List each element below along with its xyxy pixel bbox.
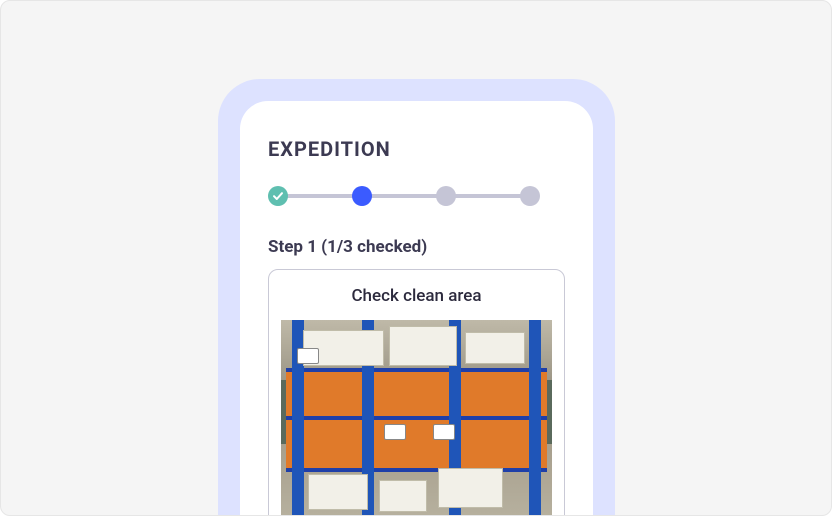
progress-stepper (268, 185, 540, 207)
shelf-tag-icon (297, 348, 319, 364)
warehouse-box (438, 468, 503, 508)
warehouse-box (308, 474, 368, 510)
stepper-line (278, 194, 530, 198)
step-status-label: Step 1 (1/3 checked) (268, 237, 565, 257)
task-card[interactable]: Check clean area (268, 269, 565, 516)
warehouse-shelf-beam (286, 416, 546, 472)
task-card-title: Check clean area (269, 270, 564, 320)
shelf-tag-icon (433, 424, 455, 440)
shelf-tag-icon (384, 424, 406, 440)
warehouse-box (379, 480, 428, 512)
step-4-pending[interactable] (520, 186, 540, 206)
step-2-active[interactable] (352, 186, 372, 206)
step-3-pending[interactable] (436, 186, 456, 206)
step-1-completed[interactable] (268, 186, 288, 206)
canvas-background: EXPEDITION Step 1 (1/3 checked) Check cl… (0, 0, 832, 516)
warehouse-upright (529, 320, 541, 516)
task-card-image (281, 320, 552, 516)
device-frame: EXPEDITION Step 1 (1/3 checked) Check cl… (218, 79, 615, 516)
check-icon (272, 190, 284, 202)
page-title: EXPEDITION (268, 137, 565, 161)
warehouse-box (465, 332, 525, 364)
warehouse-box (389, 326, 457, 366)
app-screen: EXPEDITION Step 1 (1/3 checked) Check cl… (240, 101, 593, 516)
